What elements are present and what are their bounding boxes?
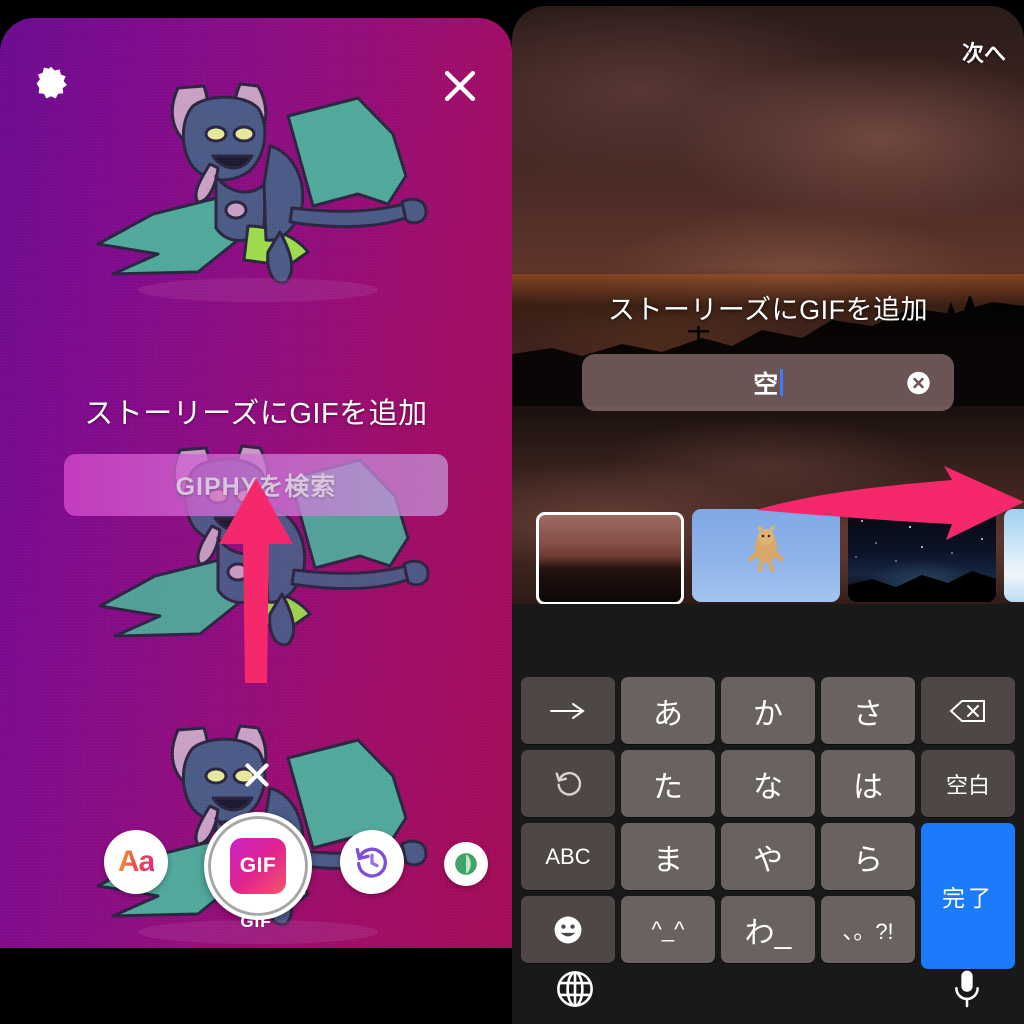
text-caret xyxy=(779,369,783,396)
keyboard-bottom-bar xyxy=(512,960,1024,1024)
key-undo[interactable] xyxy=(521,750,615,817)
key-na[interactable]: な xyxy=(721,750,815,817)
key-ka[interactable]: か xyxy=(721,677,815,744)
key-emoji[interactable] xyxy=(521,896,615,963)
thumb-sunset[interactable] xyxy=(536,512,684,605)
keyboard-row: ABC ま や ら 完了 xyxy=(518,820,1018,969)
gif-search-input[interactable]: 空 xyxy=(582,354,954,411)
sticker-tool-row: Aa GIF xyxy=(0,808,512,920)
key-wa[interactable]: わ_ xyxy=(721,896,815,963)
keyboard-row: た な は 空白 xyxy=(518,747,1018,820)
text-tool-button[interactable]: Aa xyxy=(104,830,168,894)
key-ma[interactable]: ま xyxy=(621,823,715,890)
clear-circle-icon[interactable] xyxy=(905,369,932,396)
key-a[interactable]: あ xyxy=(621,677,715,744)
microphone-icon[interactable] xyxy=(950,966,984,1012)
gif-tool-label: GIF xyxy=(230,838,286,894)
gif-tool-button[interactable]: GIF xyxy=(204,812,312,920)
key-space[interactable]: 空白 xyxy=(921,750,1015,817)
text-tool-label: Aa xyxy=(117,845,155,878)
key-backspace[interactable] xyxy=(921,677,1015,744)
key-arrow-right[interactable] xyxy=(521,677,615,744)
gear-icon[interactable] xyxy=(30,64,72,106)
key-done[interactable]: 完了 xyxy=(921,823,1015,969)
left-bottom-label: GIF xyxy=(240,912,272,931)
leaf-icon[interactable] xyxy=(444,842,488,886)
search-input-value: 空 xyxy=(753,370,779,399)
key-ya[interactable]: や xyxy=(721,823,815,890)
left-headline: ストーリーズにGIFを追加 xyxy=(84,398,428,430)
japanese-keyboard[interactable]: あ か さ た な は 空白 ABC ま や ら 完了 ^_^ わ_ 、。?! xyxy=(512,604,1024,1024)
close-icon[interactable] xyxy=(438,64,482,108)
annotation-arrow-up xyxy=(215,478,297,688)
history-clock-icon[interactable] xyxy=(340,830,404,894)
key-ha[interactable]: は xyxy=(821,750,915,817)
right-headline: ストーリーズにGIFを追加 xyxy=(607,295,929,325)
key-ra[interactable]: ら xyxy=(821,823,915,890)
key-abc[interactable]: ABC xyxy=(521,823,615,890)
sticker-delete-icon[interactable] xyxy=(238,756,276,794)
keyboard-row: あ か さ xyxy=(518,674,1018,747)
key-kaomoji[interactable]: ^_^ xyxy=(621,896,715,963)
annotation-arrow-right xyxy=(756,466,1024,549)
key-ta[interactable]: た xyxy=(621,750,715,817)
globe-icon[interactable] xyxy=(554,968,596,1010)
screenshot-root: ストーリーズにGIFを追加 GIPHYを検索 Aa GIF xyxy=(0,0,1024,1024)
next-button[interactable]: 次へ xyxy=(962,36,1006,68)
key-sa[interactable]: さ xyxy=(821,677,915,744)
bat-sticker-top[interactable] xyxy=(58,76,458,306)
key-punct[interactable]: 、。?! xyxy=(821,896,915,963)
left-panel-giphy-sticker-screen: ストーリーズにGIFを追加 GIPHYを検索 Aa GIF xyxy=(0,18,512,948)
keyboard-key-grid: あ か さ た な は 空白 ABC ま や ら 完了 ^_^ わ_ 、。?! xyxy=(518,674,1018,969)
